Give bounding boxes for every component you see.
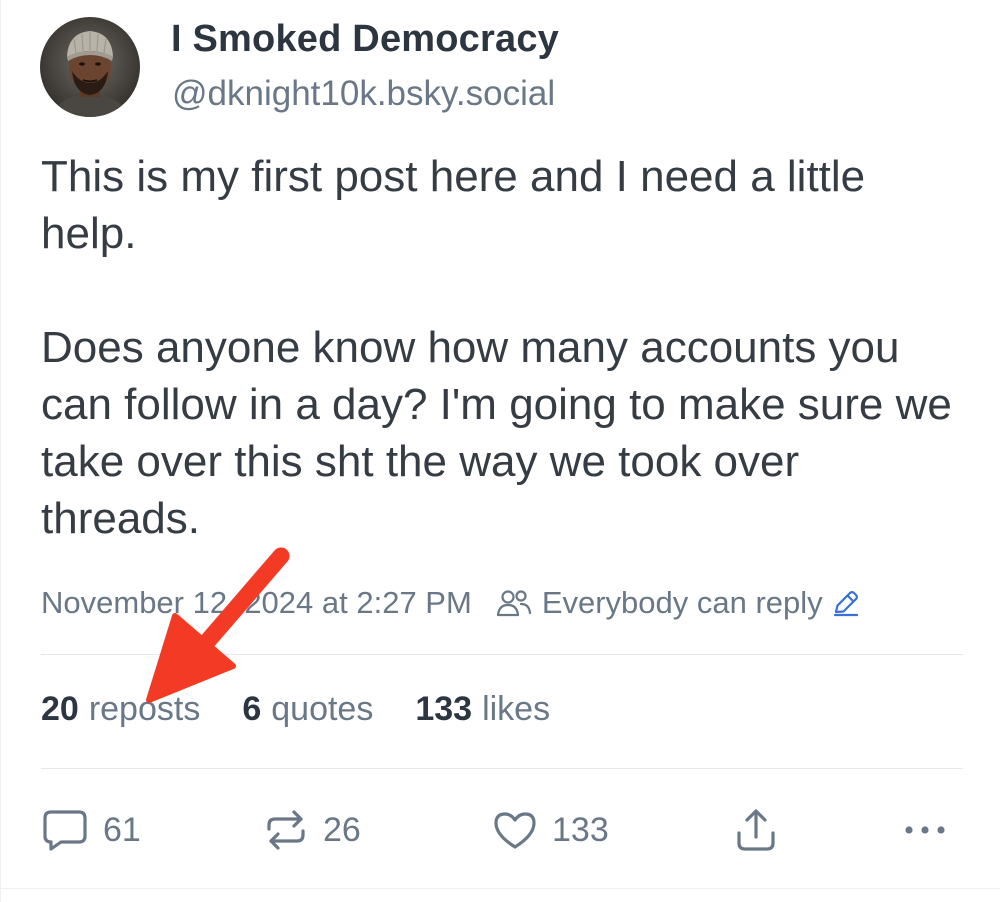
repost-arrows-icon [263,807,309,853]
pencil-icon[interactable] [831,588,861,618]
reply-count: 61 [103,810,141,849]
share-upload-icon [734,807,778,853]
reply-setting[interactable]: Everybody can reply [496,585,861,621]
avatar-photo [40,17,140,117]
divider [41,654,963,655]
quotes-stat[interactable]: 6 quotes [242,690,373,729]
more-dots-icon [903,824,947,836]
reposts-count: 20 [41,690,79,728]
share-button[interactable] [734,800,778,860]
more-options-button[interactable] [903,800,947,860]
likes-label: likes [482,690,551,728]
likes-stat[interactable]: 133 likes [415,690,550,729]
reply-button[interactable]: 61 [41,800,141,860]
quotes-label: quotes [271,690,374,728]
heart-icon [492,809,538,851]
post-action-bar: 61 26 133 [1,800,1000,860]
post-body: This is my first post here and I need a … [41,148,961,547]
post-paragraph: Does anyone know how many accounts you c… [41,323,952,543]
reposts-label: reposts [88,690,201,728]
repost-count: 26 [323,810,361,849]
like-count: 133 [552,810,609,849]
post-detail-view: I Smoked Democracy @dknight10k.bsky.soci… [0,0,1000,902]
like-button[interactable]: 133 [492,800,609,860]
post-paragraph: This is my first post here and I need a … [41,152,866,258]
likes-count: 133 [415,690,473,728]
divider [41,768,963,769]
avatar[interactable] [40,17,140,117]
quotes-count: 6 [242,690,262,728]
author-display-name[interactable]: I Smoked Democracy [171,18,559,61]
speech-bubble-icon [41,808,89,852]
reposts-stat[interactable]: 20 reposts [41,690,200,729]
author-handle[interactable]: @dknight10k.bsky.social [172,74,555,114]
post-timestamp[interactable]: November 12, 2024 at 2:27 PM [41,585,472,621]
engagement-stats: 20 reposts 6 quotes 133 likes [41,690,592,729]
reply-setting-label: Everybody can reply [541,585,823,620]
divider [1,888,1000,889]
repost-button[interactable]: 26 [263,800,361,860]
people-icon [496,588,532,618]
post-meta-row: November 12, 2024 at 2:27 PM Everybody c… [41,583,861,623]
